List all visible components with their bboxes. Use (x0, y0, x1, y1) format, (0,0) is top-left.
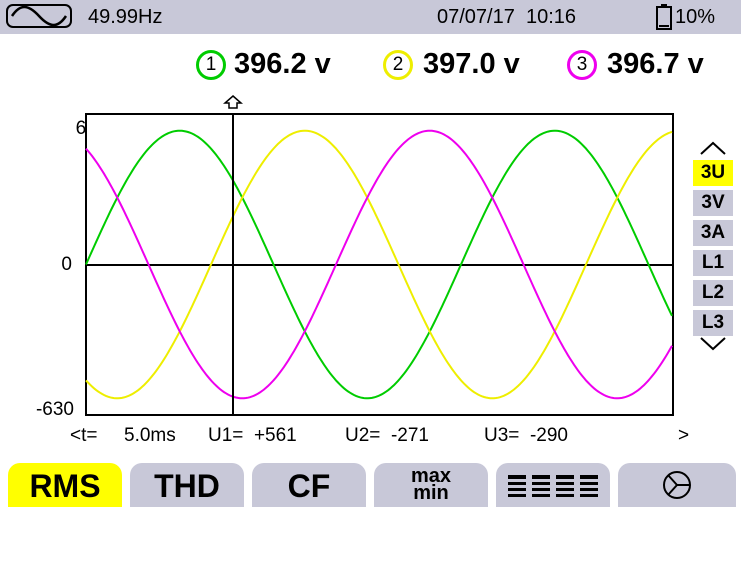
mode-3v[interactable]: 3V (693, 190, 733, 216)
tab-phasor[interactable] (618, 463, 736, 507)
cursor-next[interactable]: > (678, 425, 689, 447)
phasor-icon (663, 471, 691, 499)
y-min-label: -630 (36, 399, 74, 420)
mode-l3[interactable]: L3 (693, 310, 733, 336)
cursor-time: 5.0ms (124, 425, 176, 446)
function-tabs: RMS THD CF max min (0, 463, 741, 507)
cursor-u2: U2= -271 (345, 425, 429, 446)
tab-min-label: min (413, 482, 449, 504)
mode-l1[interactable]: L1 (693, 250, 733, 276)
chevron-down-icon[interactable] (697, 336, 729, 352)
tab-thd[interactable]: THD (130, 463, 244, 507)
mode-l2[interactable]: L2 (693, 280, 733, 306)
tab-cf-label: CF (287, 468, 331, 504)
cursor-u1: U1= +561 (208, 425, 297, 446)
cursor-readout: <t= 5.0ms U1= +561 U2= -271 U3= -290 > (70, 425, 710, 451)
cursor-marker-icon[interactable] (223, 95, 243, 109)
tab-rms[interactable]: RMS (8, 463, 122, 507)
tab-rms-label: RMS (29, 468, 101, 504)
tab-thd-label: THD (154, 468, 220, 504)
tab-table[interactable] (496, 463, 610, 507)
chevron-up-icon[interactable] (697, 140, 729, 156)
cursor-u3: U3= -290 (484, 425, 568, 446)
tab-cf[interactable]: CF (252, 463, 366, 507)
tab-max-min[interactable]: max min (374, 463, 488, 507)
cursor-prev[interactable]: <t= (70, 425, 97, 447)
mode-3a[interactable]: 3A (693, 220, 733, 246)
mode-3u[interactable]: 3U (693, 160, 733, 186)
y-zero-label: 0 (61, 254, 72, 275)
table-grid-icon (508, 475, 598, 497)
